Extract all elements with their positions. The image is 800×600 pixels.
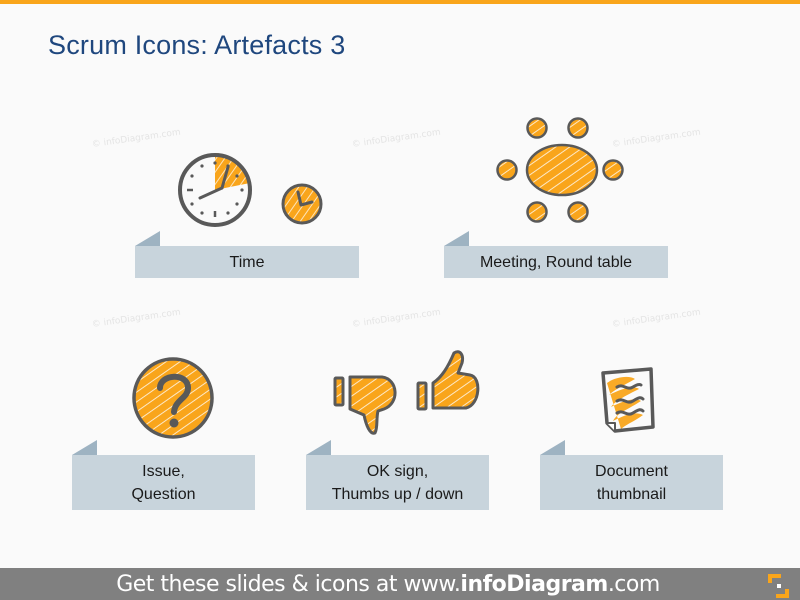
chair-shape [496,159,518,181]
label-text-line1: OK sign, [366,462,429,480]
large-clock [178,153,252,227]
table-shape [525,143,599,197]
watermark: © infoDiagram.com [351,127,442,150]
clock-icon [178,153,323,227]
footer-suffix: .com [607,571,660,597]
label-text-line2: thumbnail [596,485,667,503]
thumbs-up-down-icon [333,350,480,435]
label-fold [72,440,97,455]
thumbs-down-icon [333,375,397,435]
top-accent-bar [0,0,800,4]
label-ok-sign: OK sign, Thumbs up / down [306,440,489,510]
chair-shape [526,201,548,223]
label-text: Time [229,253,265,271]
label-text-line1: Document [595,462,668,480]
footer-bar: Get these slides & icons at www.infoDiag… [0,568,800,600]
label-fold [306,440,331,455]
chair-shape [602,159,624,181]
label-meeting: Meeting, Round table [444,231,668,278]
document-icon [601,367,655,433]
footer-prefix: Get these slides & icons at www. [116,571,461,597]
round-table-icon [496,117,624,223]
slide-title: Scrum Icons: Artefacts 3 [48,30,346,60]
chair-shape [526,117,548,139]
label-fold [444,231,469,246]
label-text: Meeting, Round table [479,253,633,271]
footer-brand: infoDiagram [460,571,608,597]
watermark: © infoDiagram.com [611,307,702,330]
label-document: Document thumbnail [540,440,723,510]
footer-link[interactable]: Get these slides & icons at www.infoDiag… [116,572,660,597]
watermark: © infoDiagram.com [351,307,442,330]
thumbs-up-icon [416,350,480,411]
label-text-line2: Question [131,485,196,503]
label-text-line1: Issue, [142,462,185,480]
watermark: © infoDiagram.com [91,127,182,150]
infodiagram-logo-icon [768,574,789,598]
question-icon [132,357,214,439]
label-fold [135,231,160,246]
small-clock [281,183,323,225]
watermark: © infoDiagram.com [91,307,182,330]
label-issue: Issue, Question [72,440,255,510]
label-time: Time [135,231,359,278]
chair-shape [567,201,589,223]
label-text-line2: Thumbs up / down [331,485,464,503]
chair-shape [567,117,589,139]
label-fold [540,440,565,455]
